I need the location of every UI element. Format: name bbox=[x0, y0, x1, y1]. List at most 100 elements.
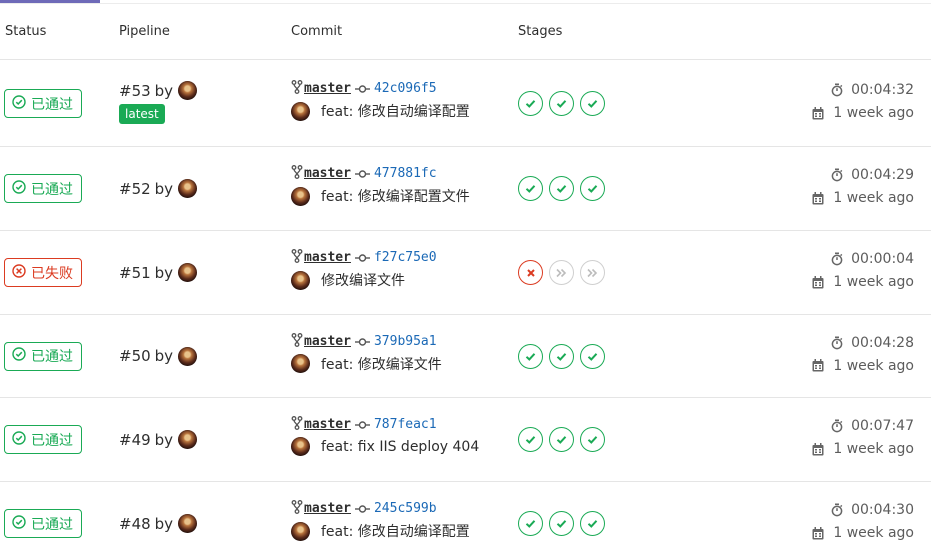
commit-author-avatar[interactable] bbox=[291, 437, 310, 456]
stage-success-icon[interactable] bbox=[580, 343, 605, 369]
table-row: 已通过 #49 by master 787feac1 feat: fix IIS… bbox=[0, 398, 931, 482]
branch-link[interactable]: master bbox=[304, 81, 351, 96]
commit-sha-link[interactable]: 787feac1 bbox=[374, 417, 437, 432]
stage-failed-icon[interactable] bbox=[518, 260, 543, 285]
table-row: 已通过 #53 by master 42c096f5 feat: 修改自动编译配… bbox=[0, 61, 931, 147]
table-row: 已通过 #52 by master 477881fc feat: 修改编译配置文… bbox=[0, 147, 931, 231]
stage-success-icon[interactable] bbox=[580, 176, 605, 201]
pipeline-by-label: by bbox=[154, 81, 174, 100]
branch-icon bbox=[291, 248, 303, 267]
calendar-icon bbox=[812, 275, 824, 288]
pipeline-stages bbox=[518, 427, 611, 452]
branch-icon bbox=[291, 499, 303, 518]
stage-success-icon[interactable] bbox=[580, 427, 605, 452]
stage-success-icon[interactable] bbox=[549, 511, 574, 536]
avatar[interactable] bbox=[178, 430, 198, 449]
commit-message-line: 修改编译文件 bbox=[291, 270, 405, 290]
commit-message[interactable]: feat: fix IIS deploy 404 bbox=[321, 439, 479, 455]
status-badge[interactable]: 已通过 bbox=[4, 174, 82, 203]
duration-text: 00:04:32 bbox=[851, 82, 914, 98]
avatar[interactable] bbox=[178, 346, 198, 366]
stage-skipped-icon[interactable] bbox=[580, 260, 605, 285]
pipeline-link[interactable]: #49 bbox=[119, 431, 151, 449]
pipeline-stages bbox=[518, 511, 611, 536]
commit-message[interactable]: 修改编译文件 bbox=[321, 270, 405, 290]
commit-sha-link[interactable]: 477881fc bbox=[374, 166, 437, 181]
status-badge[interactable]: 已通过 bbox=[4, 425, 82, 454]
branch-link[interactable]: master bbox=[304, 334, 351, 349]
status-badge[interactable]: 已失败 bbox=[4, 258, 82, 287]
pipeline-by-label: by bbox=[154, 347, 174, 365]
commit-icon bbox=[354, 79, 370, 98]
branch-icon bbox=[291, 332, 303, 351]
commit-sha-link[interactable]: 42c096f5 bbox=[374, 81, 437, 96]
commit-author-avatar[interactable] bbox=[291, 186, 310, 206]
commit-message-line: feat: fix IIS deploy 404 bbox=[291, 437, 479, 456]
stage-success-icon[interactable] bbox=[518, 91, 543, 116]
stage-success-icon[interactable] bbox=[580, 91, 605, 116]
status-badge[interactable]: 已通过 bbox=[4, 509, 82, 538]
commit-message[interactable]: feat: 修改自动编译配置 bbox=[321, 521, 470, 541]
duration-text: 00:04:29 bbox=[851, 167, 914, 183]
pipeline-by-label: by bbox=[154, 179, 174, 198]
commit-message[interactable]: feat: 修改编译文件 bbox=[321, 354, 442, 374]
stage-success-icon[interactable] bbox=[580, 511, 605, 536]
pipeline-link[interactable]: #48 bbox=[119, 515, 151, 533]
pipeline-id: #48 by bbox=[119, 514, 198, 533]
table-row: 已通过 #50 by master 379b95a1 feat: 修改编译文件 … bbox=[0, 315, 931, 398]
status-icon bbox=[12, 263, 31, 282]
stage-skipped-icon[interactable] bbox=[549, 260, 574, 285]
duration: 00:07:47 bbox=[831, 418, 914, 434]
stage-success-icon[interactable] bbox=[549, 176, 574, 201]
stage-success-icon[interactable] bbox=[518, 343, 543, 369]
commit-sha-link[interactable]: 379b95a1 bbox=[374, 334, 437, 349]
stage-success-icon[interactable] bbox=[518, 176, 543, 201]
commit-author-avatar[interactable] bbox=[291, 270, 310, 290]
commit-message-line: feat: 修改编译文件 bbox=[291, 354, 442, 374]
duration-text: 00:00:04 bbox=[851, 251, 914, 267]
pipeline-id: #52 by bbox=[119, 179, 198, 198]
commit-sha-link[interactable]: 245c599b bbox=[374, 501, 437, 516]
status-label: 已通过 bbox=[31, 432, 73, 449]
status-badge[interactable]: 已通过 bbox=[4, 89, 82, 118]
commit-message[interactable]: feat: 修改编译配置文件 bbox=[321, 186, 470, 206]
stage-success-icon[interactable] bbox=[518, 511, 543, 536]
status-label: 已失败 bbox=[31, 265, 73, 282]
pipeline-id: #53 by bbox=[119, 81, 198, 100]
branch-link[interactable]: master bbox=[304, 417, 351, 432]
stage-success-icon[interactable] bbox=[549, 91, 574, 116]
avatar[interactable] bbox=[178, 81, 198, 100]
branch-link[interactable]: master bbox=[304, 250, 351, 265]
avatar[interactable] bbox=[178, 263, 198, 282]
commit-author-avatar[interactable] bbox=[291, 101, 310, 121]
branch-link[interactable]: master bbox=[304, 166, 351, 181]
stage-success-icon[interactable] bbox=[518, 427, 543, 452]
duration-text: 00:07:47 bbox=[851, 418, 914, 434]
commit-icon bbox=[354, 164, 370, 183]
duration: 00:04:32 bbox=[831, 82, 914, 98]
stage-success-icon[interactable] bbox=[549, 427, 574, 452]
pipeline-link[interactable]: #51 bbox=[119, 264, 151, 282]
pipeline-id: #49 by bbox=[119, 430, 198, 449]
avatar[interactable] bbox=[178, 514, 198, 533]
branch-link[interactable]: master bbox=[304, 501, 351, 516]
commit-message[interactable]: feat: 修改自动编译配置 bbox=[321, 101, 470, 121]
stage-success-icon[interactable] bbox=[549, 343, 574, 369]
status-icon bbox=[12, 430, 31, 449]
branch-icon bbox=[291, 164, 303, 183]
header-status: Status bbox=[5, 24, 47, 39]
status-icon bbox=[12, 347, 31, 365]
pipeline-link[interactable]: #53 bbox=[119, 82, 151, 100]
status-icon bbox=[12, 514, 31, 533]
pipeline-link[interactable]: #50 bbox=[119, 347, 151, 365]
branch-icon bbox=[291, 415, 303, 434]
duration: 00:00:04 bbox=[831, 251, 914, 267]
avatar[interactable] bbox=[178, 179, 198, 198]
status-label: 已通过 bbox=[31, 181, 73, 198]
pipeline-link[interactable]: #52 bbox=[119, 180, 151, 198]
commit-author-avatar[interactable] bbox=[291, 354, 310, 373]
commit-author-avatar[interactable] bbox=[291, 521, 310, 541]
duration: 00:04:30 bbox=[831, 502, 914, 518]
commit-sha-link[interactable]: f27c75e0 bbox=[374, 250, 437, 265]
status-badge[interactable]: 已通过 bbox=[4, 341, 82, 371]
